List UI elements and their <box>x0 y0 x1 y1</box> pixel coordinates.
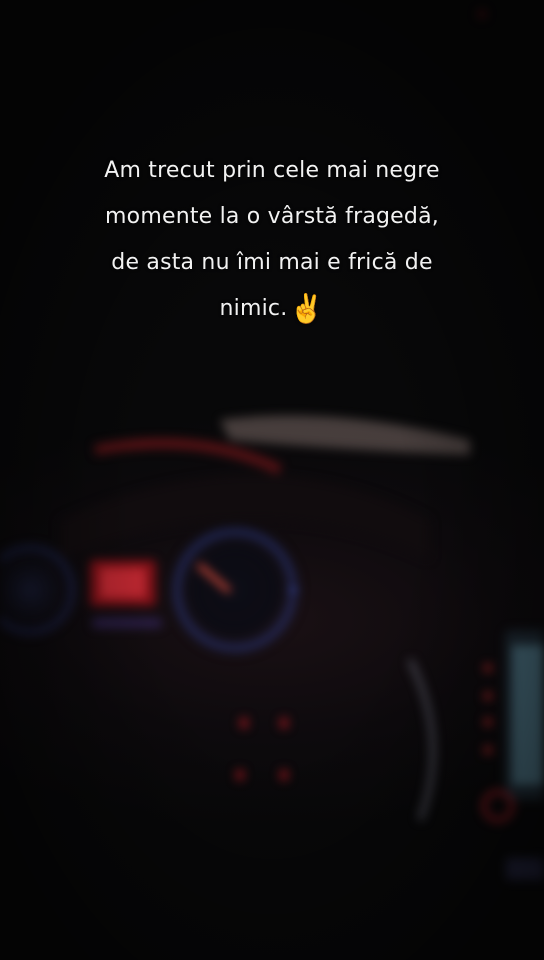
speedometer-gauge <box>165 520 305 660</box>
victory-hand-icon: ✌️ <box>289 292 325 325</box>
red-display <box>90 560 162 628</box>
caption-line-3: de asta nu îmi mai e frică de <box>111 250 433 275</box>
red-bokeh <box>476 8 488 20</box>
caption-line-1: Am trecut prin cele mai negre <box>104 158 440 183</box>
blurred-dashboard-photo <box>0 8 544 880</box>
dash-hood <box>94 438 283 475</box>
center-indicators <box>236 718 288 780</box>
story-background: Am trecut prin cele mai negre momente la… <box>0 0 544 960</box>
infotainment-screen <box>482 630 544 880</box>
windshield-glare <box>220 415 470 455</box>
caption-line-4: nimic.✌️ <box>40 286 504 332</box>
story-caption: Am trecut prin cele mai negre momente la… <box>40 148 504 332</box>
steering-wheel <box>407 658 436 822</box>
caption-line-4-text: nimic. <box>219 296 288 321</box>
caption-line-2: momente la o vârstă fragedă, <box>105 204 439 229</box>
